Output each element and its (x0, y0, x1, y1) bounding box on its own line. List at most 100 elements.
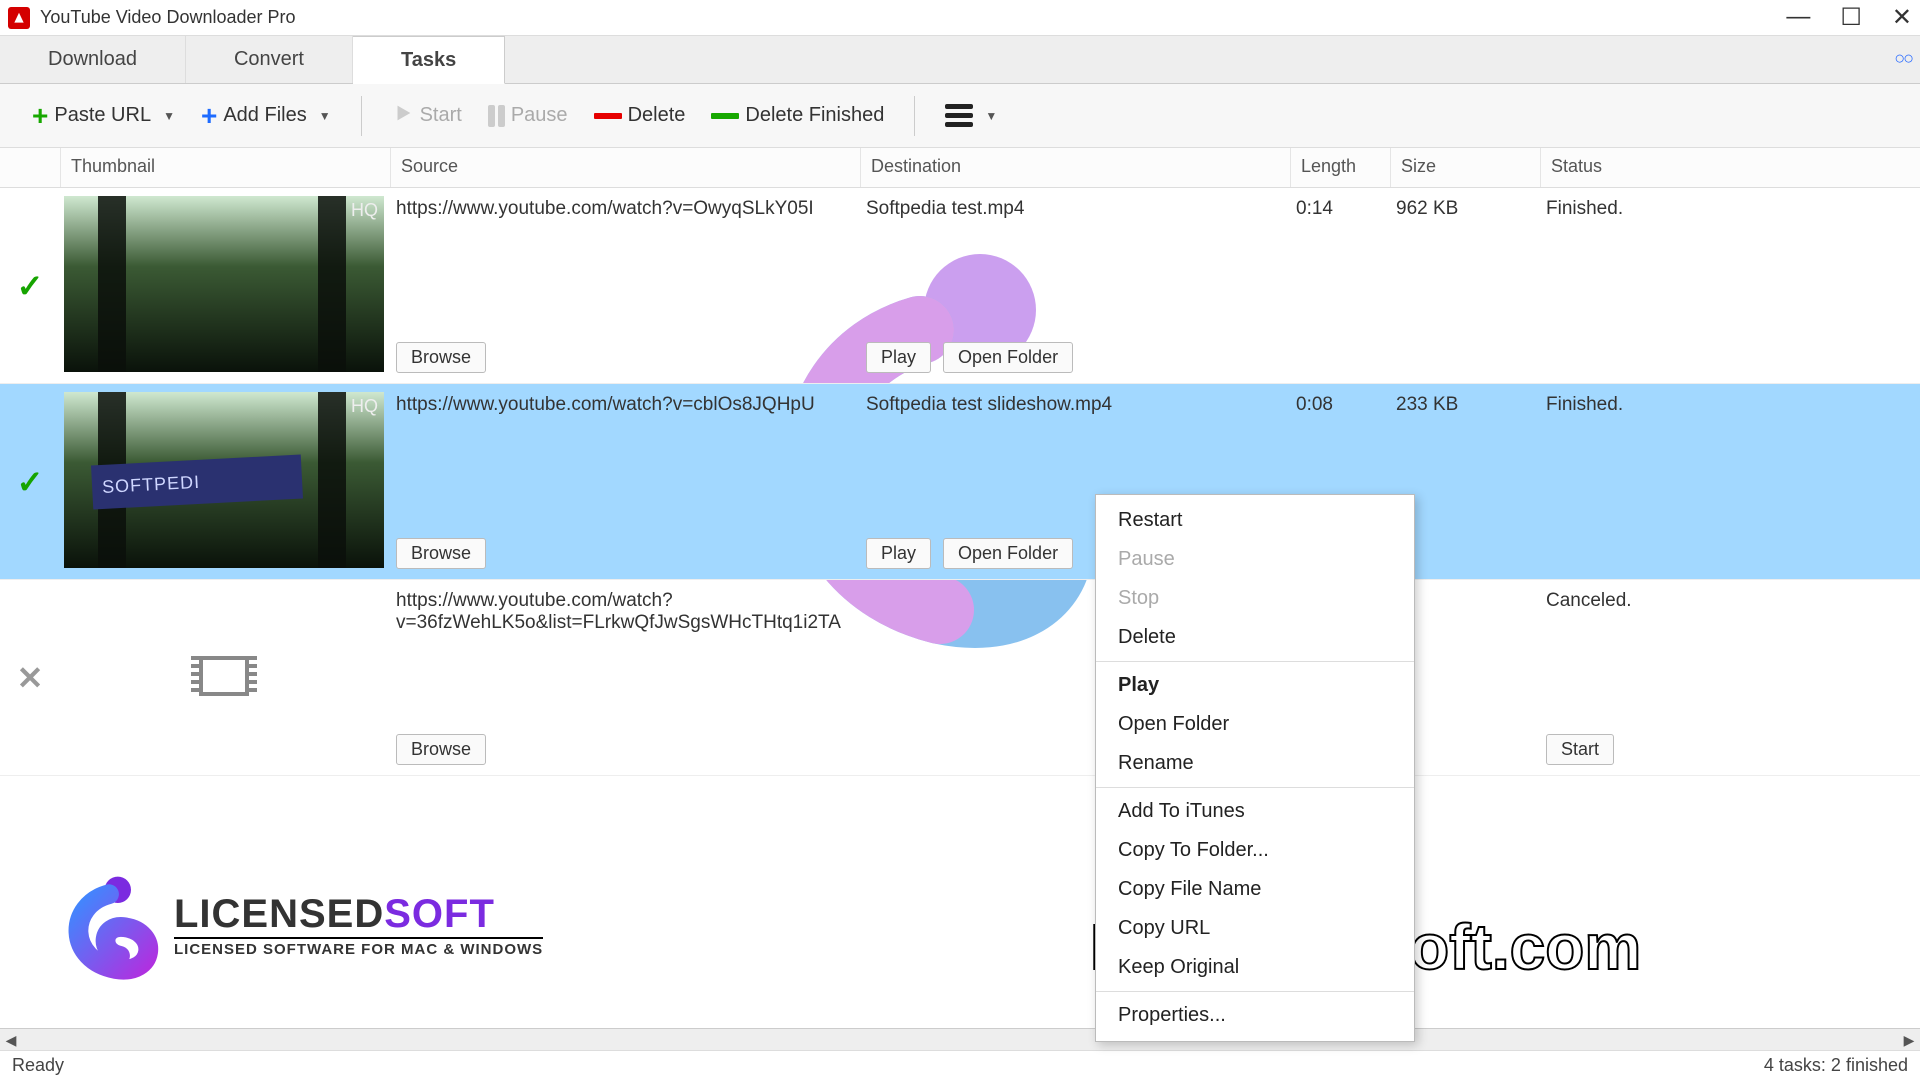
status-value: Finished. (1546, 394, 1914, 416)
col-gutter (0, 148, 60, 187)
add-files-label: Add Files (223, 104, 306, 127)
check-icon: ✓ (17, 463, 44, 501)
context-menu: Restart Pause Stop Delete Play Open Fold… (1095, 494, 1415, 1042)
thumbnail-cell (60, 580, 390, 775)
minimize-button[interactable]: — (1786, 3, 1810, 32)
open-folder-button[interactable]: Open Folder (943, 342, 1073, 373)
col-size[interactable]: Size (1390, 148, 1540, 187)
add-files-button[interactable]: + Add Files ▼ (193, 96, 339, 136)
hamburger-icon (945, 104, 973, 127)
browse-button[interactable]: Browse (396, 734, 486, 765)
close-button[interactable]: ✕ (1892, 3, 1912, 32)
tab-bar: Download Convert Tasks ○○ (0, 36, 1920, 84)
overflow-icon[interactable]: ○○ (1894, 48, 1912, 69)
pause-icon (488, 105, 505, 127)
thumbnail[interactable]: HQ (64, 196, 384, 372)
ctx-add-itunes[interactable]: Add To iTunes (1096, 792, 1414, 831)
open-folder-button[interactable]: Open Folder (943, 538, 1073, 569)
delete-finished-button[interactable]: Delete Finished (703, 100, 892, 131)
tab-convert[interactable]: Convert (186, 36, 353, 83)
source-url: https://www.youtube.com/watch?v=OwyqSLkY… (396, 198, 854, 220)
row-state: ✓ (0, 384, 60, 579)
pause-button[interactable]: Pause (480, 100, 576, 131)
tab-download[interactable]: Download (0, 36, 186, 83)
browse-button[interactable]: Browse (396, 342, 486, 373)
plus-icon: + (201, 100, 217, 132)
thumbnail-banner: SOFTPEDI (91, 455, 303, 510)
ctx-copy-folder[interactable]: Copy To Folder... (1096, 831, 1414, 870)
col-status[interactable]: Status (1540, 148, 1920, 187)
thumbnail[interactable] (64, 588, 384, 764)
task-row[interactable]: ✕ https://www.youtube.com/watch?v=36fzWe… (0, 580, 1920, 776)
ctx-copy-filename[interactable]: Copy File Name (1096, 870, 1414, 909)
licensedsoft-logo: LICENSEDSOFT LICENSED SOFTWARE FOR MAC &… (54, 870, 543, 980)
minus-icon (594, 113, 622, 119)
ctx-delete[interactable]: Delete (1096, 618, 1414, 657)
hq-badge: HQ (351, 200, 378, 221)
chevron-down-icon[interactable]: ▼ (163, 109, 175, 123)
status-right: 4 tasks: 2 finished (1764, 1055, 1908, 1076)
scroll-left-icon[interactable]: ◀ (0, 1029, 22, 1051)
col-length[interactable]: Length (1290, 148, 1390, 187)
delete-label: Delete (628, 104, 686, 127)
col-thumbnail[interactable]: Thumbnail (60, 148, 390, 187)
maximize-button[interactable]: ☐ (1840, 3, 1862, 32)
task-row[interactable]: ✓ HQ https://www.youtube.com/watch?v=Owy… (0, 188, 1920, 384)
status-value: Finished. (1546, 198, 1914, 220)
destination-file: Softpedia test slideshow.mp4 (866, 394, 1284, 416)
ctx-open-folder[interactable]: Open Folder (1096, 705, 1414, 744)
delete-finished-label: Delete Finished (745, 104, 884, 127)
paste-url-button[interactable]: + Paste URL ▼ (24, 96, 183, 136)
ctx-properties[interactable]: Properties... (1096, 996, 1414, 1035)
film-icon (199, 656, 249, 696)
ctx-restart[interactable]: Restart (1096, 501, 1414, 540)
chevron-down-icon[interactable]: ▼ (319, 109, 331, 123)
play-button[interactable]: Play (866, 342, 931, 373)
ctx-keep-original[interactable]: Keep Original (1096, 948, 1414, 987)
thumbnail[interactable]: HQ SOFTPEDI (64, 392, 384, 568)
browse-button[interactable]: Browse (396, 538, 486, 569)
length-value: 0:08 (1296, 394, 1384, 416)
length-value: 0:14 (1296, 198, 1384, 220)
scroll-right-icon[interactable]: ▶ (1898, 1029, 1920, 1051)
ctx-divider (1096, 991, 1414, 992)
cross-icon: ✕ (17, 659, 44, 697)
start-button[interactable]: Start (1546, 734, 1614, 765)
source-url: https://www.youtube.com/watch?v=cblOs8JQ… (396, 394, 854, 416)
row-state: ✕ (0, 580, 60, 775)
col-destination[interactable]: Destination (860, 148, 1290, 187)
start-button[interactable]: Start (384, 98, 470, 134)
start-label: Start (420, 104, 462, 127)
ctx-pause[interactable]: Pause (1096, 540, 1414, 579)
logo-text: LICENSEDSOFT (174, 892, 543, 937)
delete-button[interactable]: Delete (586, 100, 694, 131)
horizontal-scrollbar[interactable]: ◀ ▶ (0, 1028, 1920, 1050)
app-icon (8, 7, 30, 29)
col-source[interactable]: Source (390, 148, 860, 187)
column-headers: Thumbnail Source Destination Length Size… (0, 148, 1920, 188)
minus-icon (711, 113, 739, 119)
task-list: ✓ HQ https://www.youtube.com/watch?v=Owy… (0, 188, 1920, 776)
toolbar: + Paste URL ▼ + Add Files ▼ Start Pause … (0, 84, 1920, 148)
destination-file: Softpedia test.mp4 (866, 198, 1284, 220)
thumbnail-cell: HQ SOFTPEDI (60, 384, 390, 579)
toolbar-separator (914, 96, 915, 136)
status-bar: Ready 4 tasks: 2 finished (0, 1050, 1920, 1080)
play-button[interactable]: Play (866, 538, 931, 569)
status-value: Canceled. (1546, 590, 1914, 612)
window-title: YouTube Video Downloader Pro (40, 7, 1786, 28)
pause-label: Pause (511, 104, 568, 127)
task-row[interactable]: ✓ HQ SOFTPEDI https://www.youtube.com/wa… (0, 384, 1920, 580)
thumbnail-cell: HQ (60, 188, 390, 383)
ctx-rename[interactable]: Rename (1096, 744, 1414, 783)
chevron-down-icon: ▼ (985, 109, 997, 123)
menu-button[interactable]: ▼ (937, 100, 1005, 131)
tab-tasks[interactable]: Tasks (353, 36, 505, 84)
ctx-play[interactable]: Play (1096, 666, 1414, 705)
window-controls: — ☐ ✕ (1786, 3, 1912, 32)
ctx-copy-url[interactable]: Copy URL (1096, 909, 1414, 948)
logo-subtitle: LICENSED SOFTWARE FOR MAC & WINDOWS (174, 937, 543, 958)
check-icon: ✓ (17, 267, 44, 305)
ctx-stop[interactable]: Stop (1096, 579, 1414, 618)
ctx-divider (1096, 787, 1414, 788)
